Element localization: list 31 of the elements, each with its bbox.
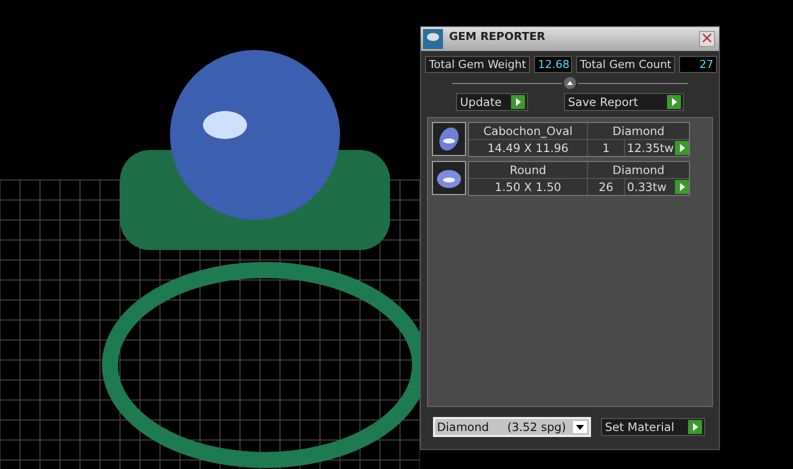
gem-icon bbox=[432, 122, 466, 156]
gem-size: 1.50 X 1.50 bbox=[469, 179, 587, 195]
total-label: Total Gem Count bbox=[576, 56, 676, 73]
total-value: 12.68 bbox=[534, 56, 572, 73]
collapse-handle-icon[interactable] bbox=[564, 77, 576, 89]
gem-size: 14.49 X 11.96 bbox=[469, 140, 587, 156]
gem-shape: Round bbox=[469, 162, 587, 178]
gem-icon bbox=[432, 161, 466, 195]
total-value: 27 bbox=[679, 56, 718, 73]
gem-shape: Cabochon_Oval bbox=[469, 123, 587, 139]
weight-text: 0.33tw bbox=[627, 180, 667, 194]
play-icon[interactable] bbox=[688, 420, 702, 434]
play-icon[interactable] bbox=[675, 180, 689, 194]
play-icon[interactable] bbox=[667, 95, 681, 109]
close-icon[interactable] bbox=[702, 32, 712, 42]
weight-text: 12.35tw bbox=[627, 141, 674, 155]
total-label: Total Gem Weight bbox=[425, 56, 530, 73]
play-icon[interactable] bbox=[511, 95, 525, 109]
play-icon[interactable] bbox=[675, 141, 689, 155]
gem-material: Diamond bbox=[588, 123, 689, 139]
action-button[interactable]: Update bbox=[456, 93, 528, 111]
set-material-button[interactable]: Set Material bbox=[601, 418, 705, 436]
gem-material: Diamond bbox=[588, 162, 689, 178]
close-button[interactable] bbox=[699, 31, 715, 47]
app-icon bbox=[423, 29, 443, 49]
gem-count: 26 bbox=[588, 179, 624, 195]
material-dropdown[interactable]: Diamond (3.52 spg) bbox=[433, 417, 591, 437]
gem-count: 1 bbox=[588, 140, 624, 156]
caret-icon[interactable] bbox=[573, 421, 587, 433]
action-button[interactable]: Save Report bbox=[564, 93, 684, 111]
window-title: GEM REPORTER bbox=[448, 29, 546, 43]
